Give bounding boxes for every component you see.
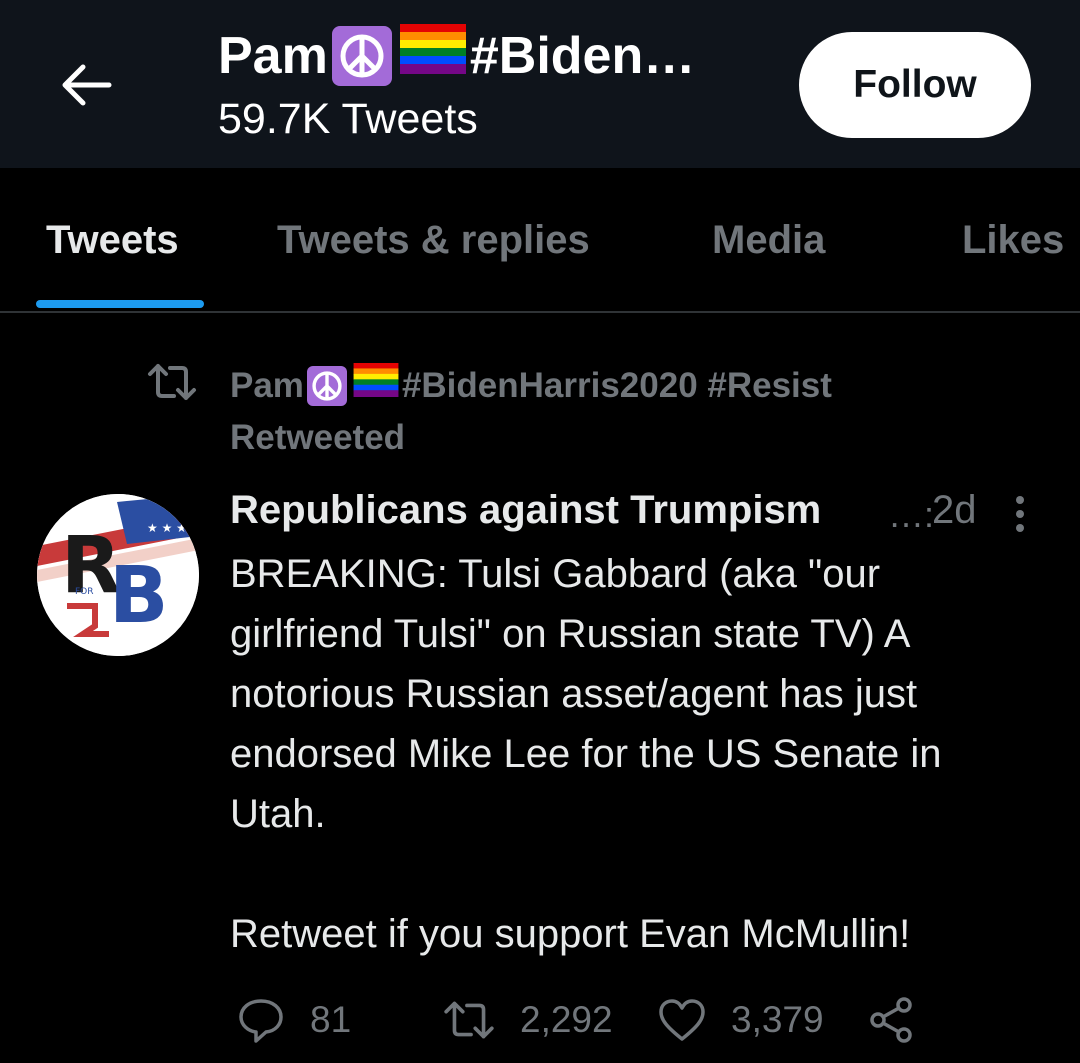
retweet-icon xyxy=(444,1001,494,1039)
profile-name-suffix: #Biden… xyxy=(469,27,696,85)
tweet-timestamp[interactable]: 2d xyxy=(932,488,977,533)
retweeter-name-prefix: Pam xyxy=(230,366,304,405)
avatar-small-text: FOR xyxy=(75,587,94,597)
tab-tweets[interactable]: Tweets xyxy=(46,218,179,268)
reply-count: 81 xyxy=(310,999,352,1040)
peace-symbol-icon xyxy=(331,26,392,86)
arrow-left-icon xyxy=(62,64,112,106)
divider xyxy=(0,311,1080,313)
tab-media[interactable]: Media xyxy=(712,218,825,268)
reply-icon xyxy=(239,999,283,1043)
author-avatar[interactable]: ★ ★ ★ R B FOR xyxy=(37,494,199,656)
tweet-actions: 81 2,292 3,379 xyxy=(0,990,1080,1050)
author-name[interactable]: Republicans against Trumpism xyxy=(230,488,821,533)
tab-likes[interactable]: Likes xyxy=(962,218,1064,268)
retweet-button[interactable]: 2,292 xyxy=(442,990,613,1050)
heart-icon xyxy=(659,999,705,1041)
rainbow-flag-icon xyxy=(353,360,399,412)
follow-button[interactable]: Follow xyxy=(799,32,1031,138)
retweet-icon xyxy=(148,364,196,400)
paragraph-spacer xyxy=(230,844,1030,904)
avatar-logo: ★ ★ ★ R B FOR xyxy=(37,494,199,656)
avatar-letter-b: B xyxy=(109,551,168,641)
profile-header: Pam #Biden… 59.7K Tweets Follow xyxy=(0,0,1080,168)
peace-symbol-icon xyxy=(306,366,347,406)
tweet-count: 59.7K Tweets xyxy=(218,95,478,143)
like-count: 3,379 xyxy=(731,999,824,1040)
header-title: Pam #Biden… 59.7K Tweets xyxy=(218,24,778,144)
back-button[interactable] xyxy=(50,50,120,120)
tweet-paragraph: BREAKING: Tulsi Gabbard (aka "our girlfr… xyxy=(230,552,942,836)
retweeted-label: Retweeted xyxy=(230,418,406,457)
share-icon xyxy=(870,997,912,1043)
profile-name-prefix: Pam xyxy=(218,27,328,85)
tweet-text: BREAKING: Tulsi Gabbard (aka "our girlfr… xyxy=(230,544,1030,964)
tab-tweets-and-replies[interactable]: Tweets & replies xyxy=(277,218,590,268)
reply-button[interactable]: 81 xyxy=(236,990,351,1050)
tweet-paragraph: Retweet if you support Evan McMullin! xyxy=(230,912,911,956)
retweeter-name-suffix: #BidenHarris2020 #Resist xyxy=(401,366,832,405)
tweet-header: Republicans against Trumpism …: 2d xyxy=(230,488,1060,538)
rainbow-flag-icon xyxy=(399,24,466,88)
more-vertical-icon xyxy=(1016,496,1024,532)
svg-text:★ ★ ★: ★ ★ ★ xyxy=(147,521,187,535)
retweet-count: 2,292 xyxy=(520,999,613,1040)
like-button[interactable]: 3,379 xyxy=(657,990,824,1050)
author-name-truncation: …: xyxy=(888,494,935,535)
profile-tabs: Tweets Tweets & replies Media Likes xyxy=(0,168,1080,312)
share-button[interactable] xyxy=(866,990,916,1050)
retweeter-name[interactable]: Pam #BidenHarris2020 #Resist xyxy=(230,360,832,412)
profile-name: Pam #Biden… xyxy=(218,24,778,88)
active-tab-indicator xyxy=(36,300,204,308)
more-options-button[interactable] xyxy=(1002,492,1038,536)
retweeted-by[interactable]: Pam #BidenHarris2020 #Resist Retweeted xyxy=(230,360,1010,464)
